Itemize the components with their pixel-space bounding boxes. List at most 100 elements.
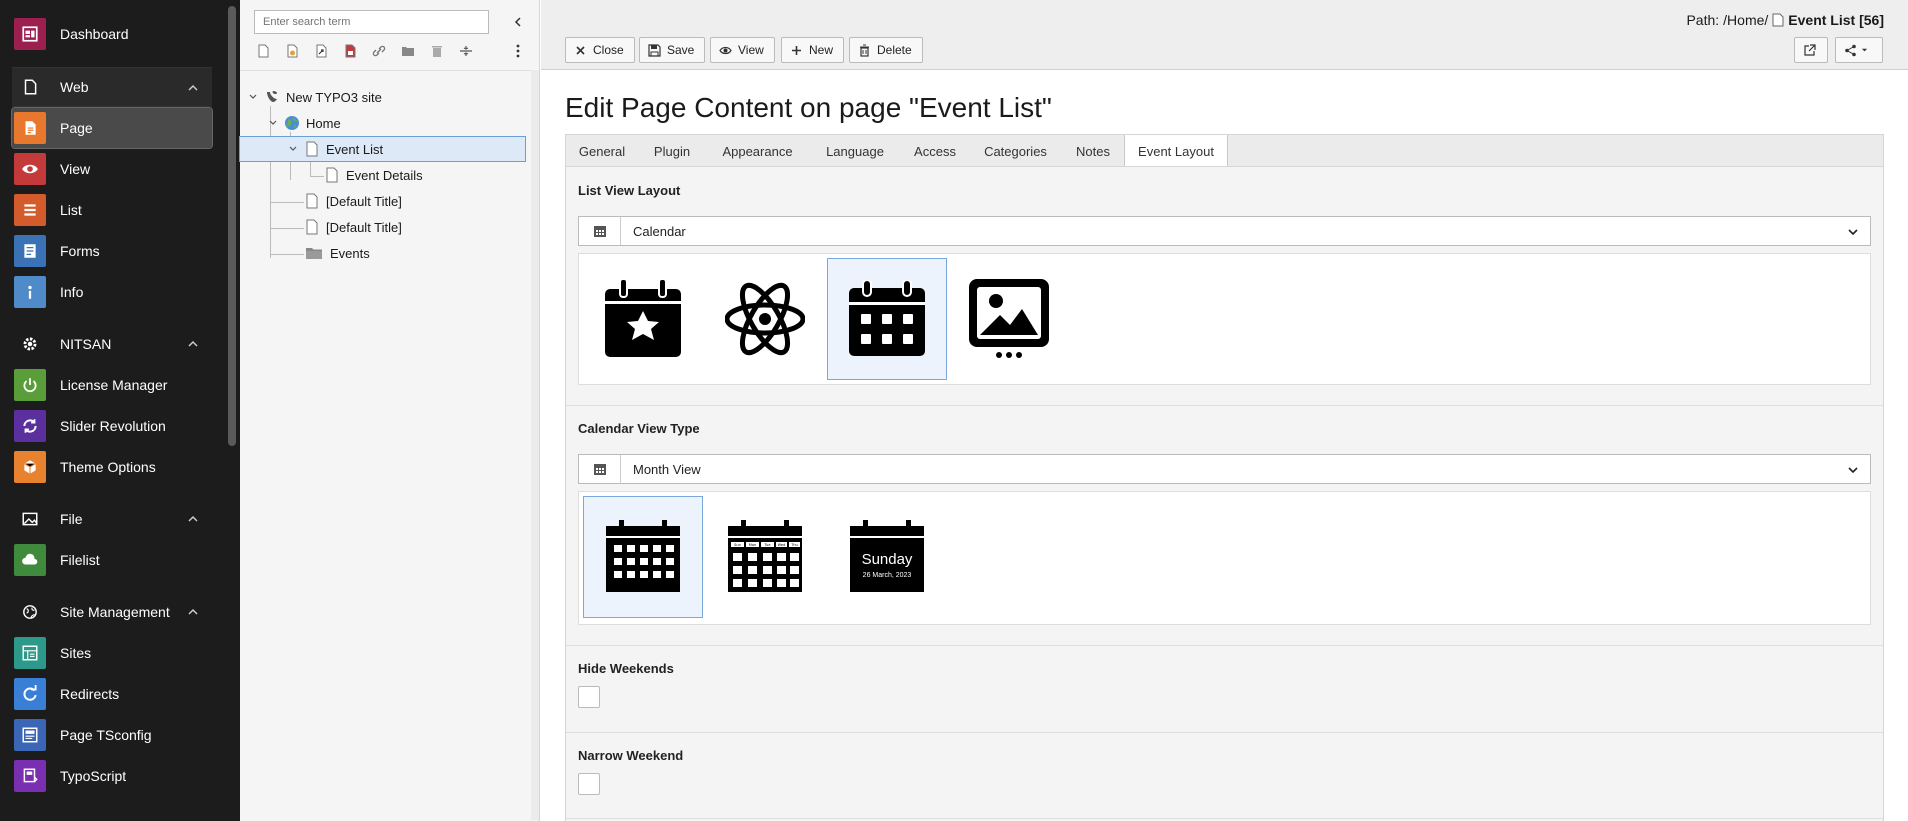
module-label: View — [60, 161, 91, 177]
chevron-down-icon[interactable] — [246, 90, 260, 104]
module-group-file[interactable]: File — [12, 499, 212, 539]
calendar-view-type-select[interactable]: Month View — [578, 454, 1871, 484]
open-new-window-button[interactable] — [1794, 37, 1828, 63]
tree-node-default-title[interactable]: [Default Title] — [304, 215, 402, 239]
list-view-layout-select[interactable]: Calendar — [578, 216, 1871, 246]
refresh-icon — [14, 410, 46, 442]
narrow-weekend-checkbox[interactable] — [578, 773, 600, 795]
tab-categories[interactable]: Categories — [969, 135, 1062, 167]
tab-event-layout[interactable]: Event Layout — [1124, 135, 1228, 168]
caret-down-icon — [1861, 48, 1868, 51]
module-label: Page TSconfig — [60, 727, 152, 743]
layout-option-event-calendar[interactable] — [583, 258, 703, 380]
week-day-header: Thu — [790, 543, 798, 547]
delete-button[interactable]: Delete — [849, 37, 923, 63]
tree-node-label: Event List — [326, 141, 384, 157]
module-group-site-management[interactable]: Site Management — [12, 592, 212, 632]
section-divider — [566, 818, 1883, 819]
tree-node-default-title[interactable]: [Default Title] — [304, 189, 402, 213]
gear-icon — [14, 328, 46, 360]
chevron-down-icon — [1848, 467, 1858, 474]
hide-weekends-label: Hide Weekends — [578, 661, 674, 676]
sites-icon — [14, 637, 46, 669]
tsconfig-icon — [14, 719, 46, 751]
module-theme-options[interactable]: Theme Options — [12, 447, 212, 487]
typo3-icon — [264, 89, 280, 105]
module-typoscript[interactable]: TypoScript — [12, 756, 212, 796]
module-label: Sites — [60, 645, 92, 661]
recycler-button[interactable] — [428, 42, 446, 60]
tree-node-label: [Default Title] — [326, 219, 402, 235]
module-label: Slider Revolution — [60, 418, 166, 434]
list-view-layout-options — [578, 253, 1871, 385]
module-page-tsconfig[interactable]: Page TSconfig — [12, 715, 212, 755]
module-page[interactable]: Page — [11, 107, 213, 149]
module-redirects[interactable]: Redirects — [12, 674, 212, 714]
module-group-nitsan[interactable]: NITSAN — [12, 324, 212, 364]
tab-access[interactable]: Access — [901, 135, 969, 167]
new-button[interactable]: New — [781, 37, 845, 63]
chevron-down-icon[interactable] — [286, 142, 300, 156]
close-button[interactable]: Close — [565, 37, 635, 63]
tree-node-events[interactable]: Events — [304, 241, 370, 265]
share-button[interactable] — [1835, 37, 1883, 63]
module-list[interactable]: List — [12, 190, 212, 230]
tab-general[interactable]: General — [566, 135, 638, 167]
module-slider-revolution[interactable]: Slider Revolution — [12, 406, 212, 446]
collapse-tree-button[interactable] — [508, 12, 528, 32]
new-page-link-button[interactable] — [312, 42, 330, 60]
module-group-web[interactable]: Web — [12, 67, 212, 107]
tree-node-event-list[interactable]: Event List — [239, 136, 526, 162]
path-value[interactable]: /Home/ — [1723, 12, 1768, 28]
layout-option-calendar[interactable] — [827, 258, 947, 380]
tree-search-input[interactable] — [254, 10, 489, 34]
tree-node-event-details[interactable]: Event Details — [324, 163, 423, 187]
tab-plugin[interactable]: Plugin — [638, 135, 706, 167]
save-button[interactable]: Save — [639, 37, 706, 63]
chevron-up-icon — [188, 340, 198, 347]
module-sites[interactable]: Sites — [12, 633, 212, 673]
typoscript-icon — [14, 760, 46, 792]
view-option-month[interactable] — [583, 496, 703, 618]
module-group-label: Site Management — [60, 604, 170, 620]
link-icon — [372, 45, 386, 57]
new-link-button[interactable] — [370, 42, 388, 60]
tree-node-home[interactable]: Home — [266, 111, 341, 135]
tab-language[interactable]: Language — [809, 135, 901, 167]
module-label: Theme Options — [60, 459, 156, 475]
module-info[interactable]: Info — [12, 272, 212, 312]
calendar-icon — [579, 217, 621, 245]
new-page-special-button[interactable] — [283, 42, 301, 60]
module-forms[interactable]: Forms — [12, 231, 212, 271]
module-license-manager[interactable]: License Manager — [12, 365, 212, 405]
tab-panel-event-layout: List View Layout Calendar Calendar View … — [565, 166, 1884, 821]
module-label: TypoScript — [60, 768, 127, 784]
new-page-button[interactable] — [254, 42, 272, 60]
tree-more-button[interactable] — [510, 42, 526, 60]
hide-weekends-checkbox[interactable] — [578, 686, 600, 708]
tree-node-label: Home — [306, 115, 341, 131]
module-menu-scrollbar[interactable] — [228, 6, 236, 446]
view-option-week[interactable]: Sun Mon Tue Wed Thu — [705, 496, 825, 618]
day-preview-day: Sunday — [862, 551, 913, 568]
separator-button[interactable] — [457, 42, 475, 60]
week-day-header: Wed — [778, 543, 786, 547]
page-icon — [14, 112, 46, 144]
module-view[interactable]: View — [12, 149, 212, 189]
layout-option-atom[interactable] — [705, 258, 825, 380]
chevron-down-icon[interactable] — [266, 116, 280, 130]
view-option-day[interactable]: Sunday 26 March, 2023 — [827, 496, 947, 618]
cloud-icon — [14, 544, 46, 576]
layout-option-image-gallery[interactable] — [949, 258, 1069, 380]
tree-scrollbar[interactable] — [531, 70, 539, 820]
tree-node-root[interactable]: New TYPO3 site — [246, 85, 382, 109]
new-page-backend-button[interactable] — [341, 42, 359, 60]
chevron-up-icon — [188, 515, 198, 522]
module-filelist[interactable]: Filelist — [12, 540, 212, 580]
new-folder-button[interactable] — [399, 42, 417, 60]
view-button[interactable]: View — [710, 37, 775, 63]
module-dashboard[interactable]: Dashboard — [12, 14, 212, 54]
tab-appearance[interactable]: Appearance — [706, 135, 809, 167]
week-day-header: Mon — [749, 543, 756, 547]
tab-notes[interactable]: Notes — [1062, 135, 1124, 167]
